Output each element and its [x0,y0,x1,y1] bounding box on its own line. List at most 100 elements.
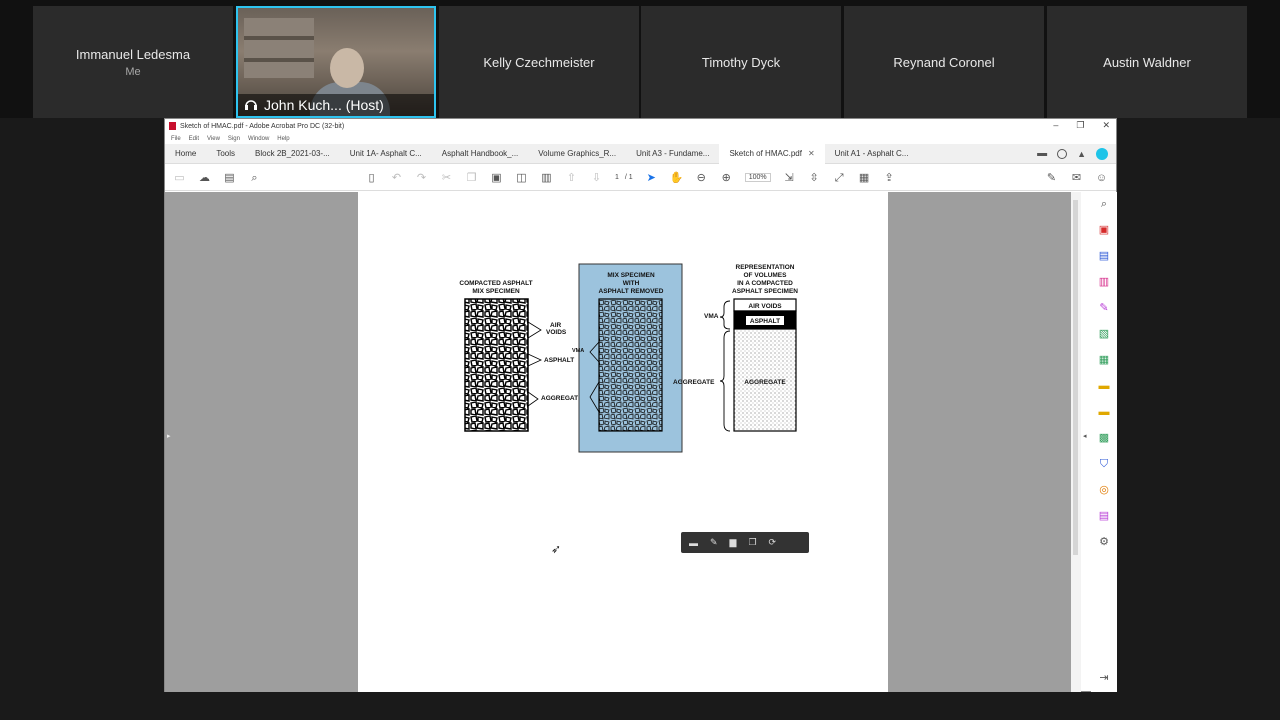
paste-icon[interactable]: ▣ [490,172,503,184]
participant-tile[interactable]: Reynand Coronel [844,6,1044,118]
more-options-icon[interactable]: ⟳ [769,537,777,548]
email-icon[interactable]: ✉ [1070,172,1083,184]
tab-document[interactable]: Asphalt Handbook_... [432,144,529,164]
account-avatar-icon[interactable] [1096,147,1108,160]
menu-sign[interactable]: Sign [228,136,240,142]
protect-shield-icon[interactable]: ⛉ [1098,458,1110,470]
tab-document[interactable]: Volume Graphics_R... [528,144,626,164]
air-label: AIR [550,322,562,329]
close-tab-icon[interactable]: ✕ [808,149,815,158]
page-down-icon[interactable]: ⇩ [590,172,603,184]
copy-icon[interactable]: ❐ [748,537,756,548]
print-icon[interactable]: ▤ [223,172,236,184]
delete-icon[interactable]: ▆ [730,537,737,548]
optimize-icon[interactable]: ◎ [1098,484,1110,496]
sign-pen-icon[interactable]: ✎ [1045,172,1058,184]
combine-files-icon[interactable]: ▤ [1098,250,1110,262]
tab-document[interactable]: Unit A1 - Asphalt C... [825,144,919,164]
left-bracket-lines [527,321,542,407]
collapse-left-panel-icon[interactable]: ▸ [167,432,171,440]
collapse-right-panel-icon[interactable]: ◂ [1083,432,1087,440]
read-mode-icon[interactable]: ⇪ [883,172,896,184]
tab-home[interactable]: Home [165,144,206,164]
pdf-page: COMPACTED ASPHALT MIX SPECIMEN AIR VOIDS… [358,192,888,692]
tab-document[interactable]: Block 2B_2021-03-... [245,144,340,164]
menu-edit[interactable]: Edit [189,136,199,142]
zoom-in-icon[interactable]: ⊕ [720,172,733,184]
window-titlebar: Sketch of HMAC.pdf - Adobe Acrobat Pro D… [165,119,1116,133]
aggregate-label-right: AGGREGATE [673,379,715,386]
search-icon[interactable]: ⌕ [1098,198,1110,210]
undo-icon[interactable]: ↶ [390,172,403,184]
snapshot-icon[interactable]: ◫ [515,172,528,184]
pdf-icon [169,122,176,130]
tab-tools[interactable]: Tools [206,144,245,164]
share-user-icon[interactable]: ☺ [1095,172,1108,184]
fit-page-icon[interactable]: ⇲ [783,172,796,184]
right-title-2: OF VOLUMES [744,272,788,279]
page-number-box[interactable]: 1 / 1 [615,174,633,181]
compare-icon[interactable]: ▥ [540,172,553,184]
close-icon[interactable]: ✕ [1102,120,1110,131]
export-pdf-icon[interactable]: ▯ [365,172,378,184]
zoom-level-select[interactable]: 100% [744,173,771,182]
upload-cloud-icon[interactable]: ☁ [198,172,211,184]
participant-tile-active-speaker[interactable]: John Kuch... (Host) [236,6,436,118]
participant-tile[interactable]: Kelly Czechmeister [439,6,639,118]
current-page[interactable]: 1 [615,174,619,181]
tab-document[interactable]: Unit A3 - Fundame... [626,144,719,164]
save-icon[interactable]: ▭ [173,172,186,184]
restore-icon[interactable]: ❐ [1076,120,1084,131]
scroll-mode-icon[interactable]: ⇳ [808,172,821,184]
participant-tile[interactable]: Timothy Dyck [641,6,841,118]
stamp-icon[interactable]: ▬ [1098,406,1110,418]
zoom-out-icon[interactable]: ⊖ [695,172,708,184]
menu-window[interactable]: Window [248,136,269,142]
export-pdf-icon[interactable]: ▧ [1098,328,1110,340]
right-title-4: ASPHALT SPECIMEN [732,288,798,295]
comment-icon[interactable]: ▬ [1037,148,1047,159]
help-icon[interactable] [1057,148,1068,159]
vertical-scrollbar[interactable] [1071,192,1081,692]
page-display-icon[interactable]: ▦ [858,172,871,184]
menu-view[interactable]: View [207,136,220,142]
tab-label: Tools [216,149,236,158]
minimize-icon[interactable]: – [1053,120,1058,131]
comment-icon[interactable]: ▬ [689,538,698,548]
window-controls: – ❐ ✕ [1053,120,1110,131]
bell-icon[interactable]: ▲ [1077,149,1086,159]
select-cursor-icon[interactable]: ➤ [645,172,658,184]
tab-document[interactable]: Unit 1A- Asphalt C... [340,144,432,164]
edit-pdf-icon[interactable]: ▦ [1098,354,1110,366]
zoom-meeting-screen: Immanuel Ledesma Me John Kuch... (Host) … [0,0,1280,720]
tab-document-active[interactable]: Sketch of HMAC.pdf ✕ [719,143,825,164]
tools-pane: ⌕ ▣ ▤ ▥ ✎ ▧ ▦ ▬ ▬ ▩ ⛉ ◎ ▤ ⚙ ⇥ [1091,192,1117,692]
document-viewport[interactable]: COMPACTED ASPHALT MIX SPECIMEN AIR VOIDS… [165,192,1087,692]
window-title: Sketch of HMAC.pdf - Adobe Acrobat Pro D… [180,122,345,130]
air-voids-box-label: AIR VOIDS [748,303,782,310]
copy-icon[interactable]: ❐ [465,172,478,184]
scan-ocr-icon[interactable]: ▩ [1098,432,1110,444]
redo-icon[interactable]: ↷ [415,172,428,184]
fill-sign-icon[interactable]: ✎ [1098,302,1110,314]
full-screen-icon[interactable]: ⤢ [833,172,846,184]
page-up-icon[interactable]: ⇧ [565,172,578,184]
bookshelf-image [244,18,314,78]
cut-icon[interactable]: ✂ [440,172,453,184]
menu-help[interactable]: Help [277,136,289,142]
expand-pane-icon[interactable]: ⇥ [1098,672,1110,684]
scrollbar-thumb[interactable] [1073,200,1078,555]
hand-tool-icon[interactable]: ✋ [670,172,684,184]
participant-tile[interactable]: Immanuel Ledesma Me [33,6,233,118]
create-pdf-icon[interactable]: ▣ [1098,224,1110,236]
participant-name: Immanuel Ledesma [75,46,191,62]
highlight-pen-icon[interactable]: ✎ [710,537,718,548]
search-icon[interactable]: ⌕ [248,172,261,184]
participant-tile[interactable]: Austin Waldner [1047,6,1247,118]
mid-title-1: MIX SPECIMEN [607,272,655,279]
more-tools-icon[interactable]: ⚙ [1098,536,1110,548]
menu-file[interactable]: File [171,136,181,142]
organize-pages-icon[interactable]: ▥ [1098,276,1110,288]
comment-tool-icon[interactable]: ▬ [1098,380,1110,392]
prepare-form-icon[interactable]: ▤ [1098,510,1110,522]
